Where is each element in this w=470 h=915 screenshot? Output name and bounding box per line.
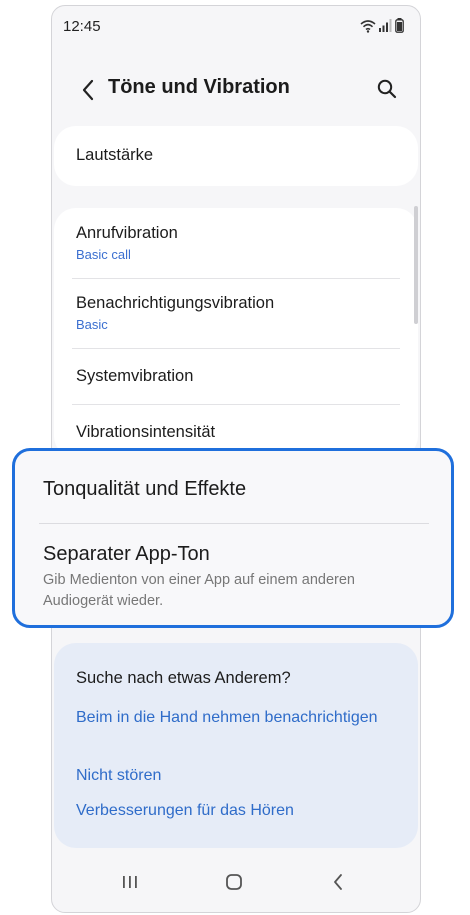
status-bar: 12:45 [52, 6, 420, 46]
divider [39, 523, 429, 524]
call-vibration-value: Basic call [76, 247, 131, 262]
separate-app-sound-description: Gib Medienton von einer App auf einem an… [43, 572, 355, 609]
page-title: Töne und Vibration [108, 76, 290, 98]
list-item-system-vibration[interactable]: Systemvibration [76, 367, 400, 386]
recent-apps-icon [121, 874, 139, 895]
vibration-card: Anrufvibration Basic call Benachrichtigu… [54, 208, 418, 458]
search-button[interactable] [372, 76, 402, 106]
status-icons [360, 18, 404, 38]
suggestions-heading: Suche nach etwas Anderem? [76, 669, 291, 687]
battery-icon [395, 18, 404, 38]
back-icon [332, 873, 344, 896]
call-vibration-label: Anrufvibration [76, 224, 178, 242]
notification-vibration-label: Benachrichtigungsvibration [76, 294, 275, 312]
suggestion-link-do-not-disturb[interactable]: Nicht stören [76, 764, 378, 787]
list-item-vibration-intensity[interactable]: Vibrationsintensität [76, 423, 400, 442]
back-button[interactable] [74, 78, 102, 106]
system-vibration-label: Systemvibration [76, 367, 194, 385]
navigation-bar [52, 854, 420, 912]
nav-back-button[interactable] [318, 866, 358, 902]
divider [72, 278, 400, 279]
status-time: 12:45 [63, 18, 101, 35]
volume-row[interactable]: Lautstärke [76, 146, 400, 165]
divider [72, 348, 400, 349]
scrollbar[interactable] [414, 206, 418, 324]
notification-vibration-value: Basic [76, 317, 108, 332]
vibration-intensity-label: Vibrationsintensität [76, 423, 216, 441]
suggestion-link-hearing-enhancements[interactable]: Verbesserungen für das Hören [76, 799, 378, 822]
suggestion-link-pickup-alert[interactable]: Beim in die Hand nehmen benachrichtigen [76, 706, 378, 729]
wifi-icon [360, 19, 376, 38]
sound-quality-effects-item[interactable]: Tonqualität und Effekte [43, 478, 246, 501]
volume-label: Lautstärke [76, 146, 154, 164]
home-button[interactable] [214, 866, 254, 902]
divider [72, 404, 400, 405]
search-icon [377, 79, 397, 104]
recent-apps-button[interactable] [110, 866, 150, 902]
signal-icon [379, 19, 392, 37]
list-item-notification-vibration[interactable]: Benachrichtigungsvibration Basic [76, 294, 400, 332]
home-icon [225, 873, 243, 896]
suggestions-card: Suche nach etwas Anderem? Beim in die Ha… [54, 643, 418, 848]
highlighted-settings-card: Tonqualität und Effekte Separater App-To… [12, 448, 454, 628]
list-item-call-vibration[interactable]: Anrufvibration Basic call [76, 224, 400, 262]
chevron-left-icon [81, 79, 95, 106]
volume-card: Lautstärke [54, 126, 418, 186]
separate-app-sound-item[interactable]: Separater App-Ton [43, 543, 210, 566]
